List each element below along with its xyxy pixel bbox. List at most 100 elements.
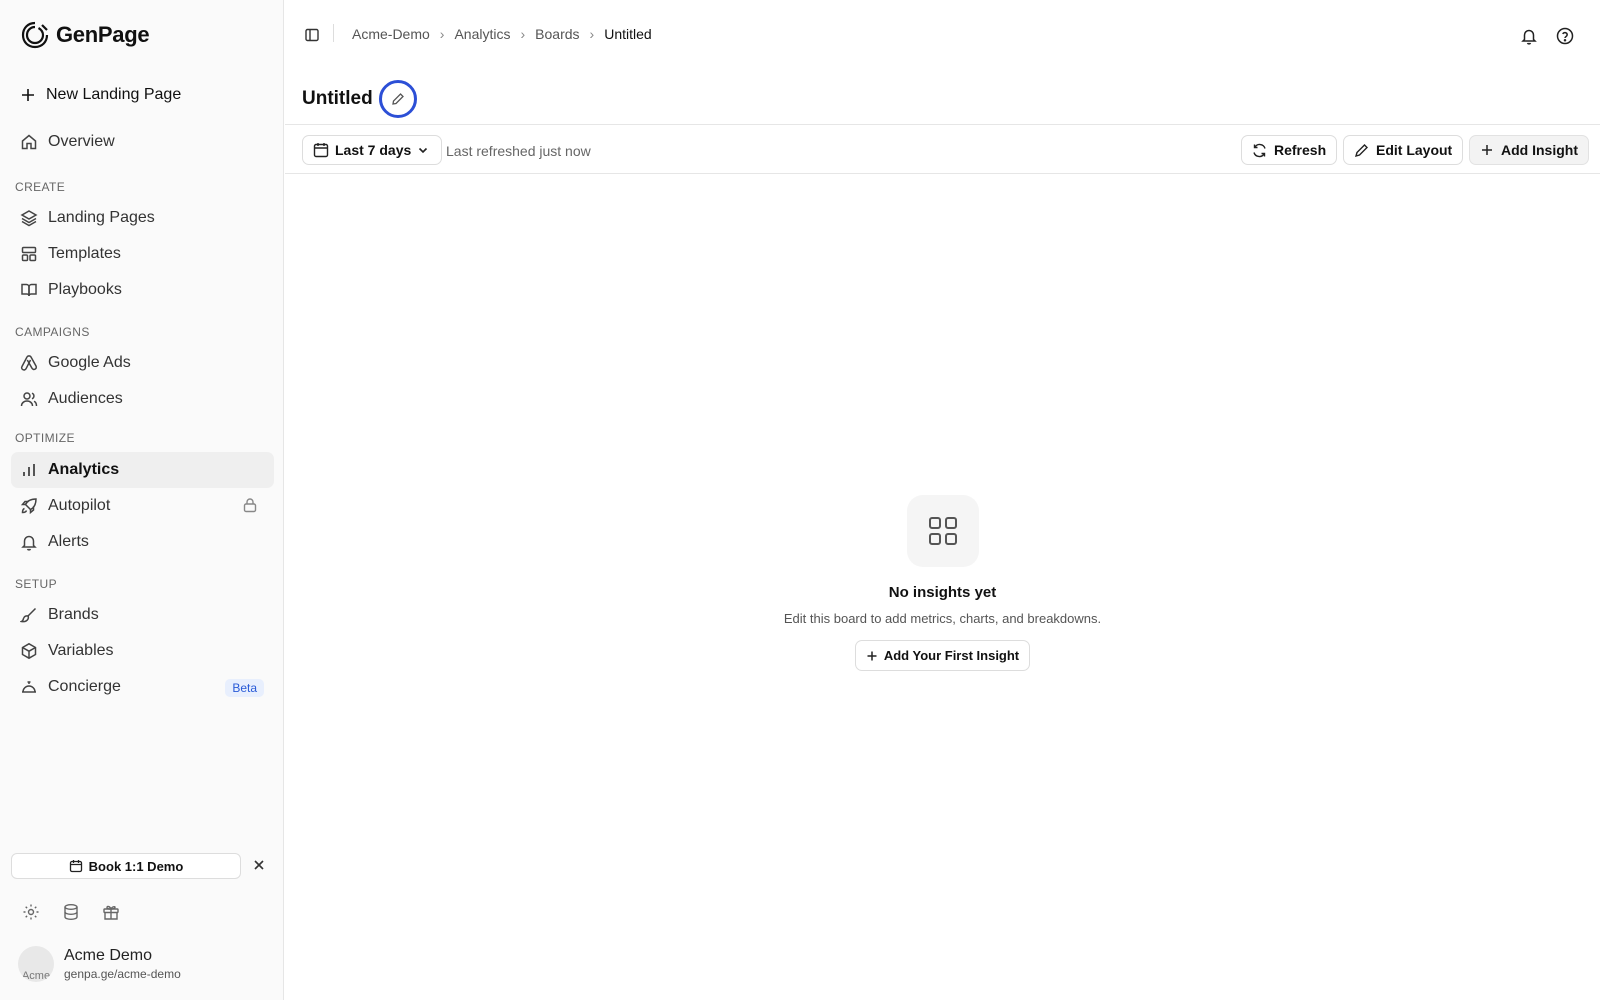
chevron-down-icon [419,147,428,154]
sidebar-toggle-icon[interactable] [305,28,319,42]
chevron-right-icon: › [589,26,595,42]
sidebar-item-variables[interactable]: Variables [11,633,274,669]
sidebar-item-templates[interactable]: Templates [11,236,274,272]
cube-icon [21,642,37,660]
template-icon [21,246,37,262]
user-profile[interactable]: Acme Acme Demo genpa.ge/acme-demo [18,946,181,982]
bell-icon [21,535,37,551]
app-name: GenPage [56,22,150,47]
empty-state-icon-wrap [906,495,979,567]
empty-state-subtitle: Edit this board to add metrics, charts, … [783,611,1102,626]
sidebar: GenPage New Landing Page Overview CREATE… [0,0,284,1000]
breadcrumb-current: Untitled [604,26,652,42]
sidebar-item-label: Autopilot [48,497,111,514]
sidebar-item-overview[interactable]: Overview [11,124,274,160]
genpage-logo-icon [21,21,49,49]
book-demo-label: Book 1:1 Demo [88,858,184,874]
sidebar-item-audiences[interactable]: Audiences [11,381,274,417]
add-insight-label: Add Insight [1501,142,1578,158]
sidebar-item-playbooks[interactable]: Playbooks [11,272,274,308]
avatar: Acme [18,946,54,982]
plus-icon [867,651,877,660]
grid-icon [928,517,957,545]
concierge-bell-icon [22,681,36,693]
new-landing-page-button[interactable]: New Landing Page [20,86,181,104]
add-first-insight-label: Add Your First Insight [883,648,1020,663]
edit-title-button[interactable] [378,80,417,118]
help-icon[interactable] [1556,27,1574,45]
sidebar-item-analytics[interactable]: Analytics [11,452,274,488]
home-icon [21,134,37,150]
notification-bell-icon[interactable] [1520,27,1538,45]
gift-icon[interactable] [102,903,120,921]
edit-layout-label: Edit Layout [1376,142,1453,158]
divider [333,24,334,42]
utility-icons [22,903,120,921]
section-heading-campaigns: CAMPAIGNS [15,325,90,339]
database-icon[interactable] [62,903,80,921]
add-insight-button[interactable]: Add Insight [1469,135,1589,165]
user-name: Acme Demo [64,947,153,964]
refresh-label: Refresh [1274,142,1327,158]
sidebar-item-label: Playbooks [48,281,122,298]
sidebar-item-label: Google Ads [48,354,131,371]
layers-icon [20,210,38,227]
add-first-insight-button[interactable]: Add Your First Insight [854,640,1031,671]
board-toolbar: Last 7 days Last refreshed just now Refr… [285,124,1600,174]
book-open-icon [21,283,37,297]
book-demo-button[interactable]: Book 1:1 Demo [11,853,241,879]
refresh-icon [1253,143,1266,157]
pencil-icon [1354,143,1368,157]
top-right-actions [1520,27,1574,45]
date-range-select[interactable]: Last 7 days [302,135,443,165]
section-heading-create: CREATE [15,180,66,194]
plus-icon [1482,145,1492,155]
last-refreshed-text: Last refreshed just now [446,143,591,159]
sidebar-item-autopilot[interactable]: Autopilot [11,488,274,524]
user-url: genpa.ge/acme-demo [64,967,181,981]
new-landing-page-label: New Landing Page [46,86,182,103]
sidebar-item-concierge[interactable]: Concierge Beta [11,669,274,705]
section-heading-optimize: OPTIMIZE [15,431,75,445]
pencil-icon [391,93,404,105]
plus-icon [22,89,34,101]
logo[interactable]: GenPage [20,20,150,50]
lock-icon [243,498,257,513]
sidebar-item-label: Alerts [48,533,89,550]
breadcrumb-item-analytics[interactable]: Analytics [454,26,510,42]
sidebar-item-google-ads[interactable]: Google Ads [11,345,274,381]
sidebar-item-label: Brands [48,606,99,623]
empty-state-title: No insights yet [888,584,997,601]
sidebar-item-brands[interactable]: Brands [11,597,274,633]
refresh-button[interactable]: Refresh [1241,135,1338,165]
breadcrumb-item-boards[interactable]: Boards [535,26,579,42]
close-icon[interactable] [253,859,265,871]
breadcrumb-item-workspace[interactable]: Acme-Demo [352,26,430,42]
sidebar-item-label: Overview [48,133,115,150]
sidebar-item-alerts[interactable]: Alerts [11,524,274,560]
sidebar-item-label: Variables [48,642,114,659]
beta-badge: Beta [225,679,264,697]
calendar-icon [69,860,82,873]
section-heading-setup: SETUP [15,577,58,591]
date-range-label: Last 7 days [335,142,412,158]
chevron-right-icon: › [439,26,445,42]
sidebar-item-label: Templates [48,245,121,262]
gear-icon[interactable] [22,903,40,921]
top-bar: Acme-Demo › Analytics › Boards › Untitle… [285,0,1600,70]
bar-chart-icon [23,464,35,476]
chevron-right-icon: › [520,26,526,42]
rocket-icon [20,498,37,515]
sidebar-item-label: Analytics [48,461,120,478]
calendar-icon [313,143,329,158]
brush-icon [20,607,37,623]
google-ads-icon [20,355,38,371]
empty-state: No insights yet Edit this board to add m… [285,495,1600,671]
board-title-row: Untitled [302,80,417,118]
page-title: Untitled [302,88,373,109]
breadcrumb: Acme-Demo › Analytics › Boards › Untitle… [352,26,652,42]
sidebar-item-label: Audiences [48,390,123,407]
sidebar-item-label: Landing Pages [48,209,155,226]
edit-layout-button[interactable]: Edit Layout [1343,135,1464,165]
sidebar-item-landing-pages[interactable]: Landing Pages [11,200,274,236]
